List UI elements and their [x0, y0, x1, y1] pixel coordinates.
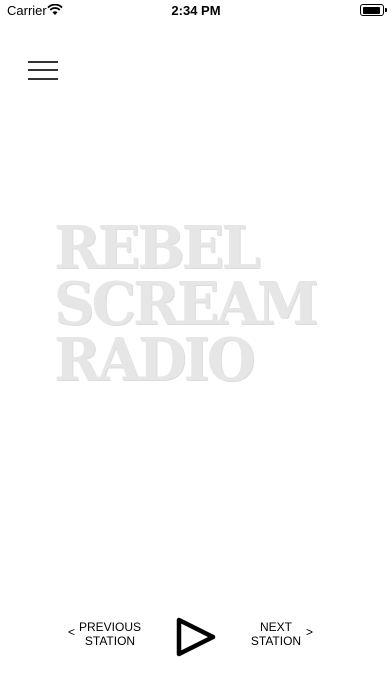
next-station-label: NEXT STATION — [250, 620, 302, 648]
play-icon[interactable] — [174, 616, 218, 658]
logo-line-radio: RADIO — [54, 325, 256, 395]
chevron-left-icon: < — [68, 625, 76, 639]
playback-controls: < PREVIOUS STATION NEXT STATION > — [0, 610, 392, 662]
previous-station-button[interactable]: < PREVIOUS STATION — [68, 620, 143, 654]
hamburger-menu-icon[interactable] — [28, 59, 58, 81]
previous-station-label: PREVIOUS STATION — [78, 620, 141, 648]
rebel-scream-radio-logo: REBEL SCREAM RADIO — [54, 219, 344, 402]
battery-icon — [360, 4, 387, 16]
chevron-right-icon: > — [306, 625, 314, 639]
next-station-button[interactable]: NEXT STATION > — [250, 620, 320, 654]
status-time: 2:34 PM — [171, 3, 221, 18]
status-bar: Carrier 2:34 PM — [0, 0, 392, 22]
